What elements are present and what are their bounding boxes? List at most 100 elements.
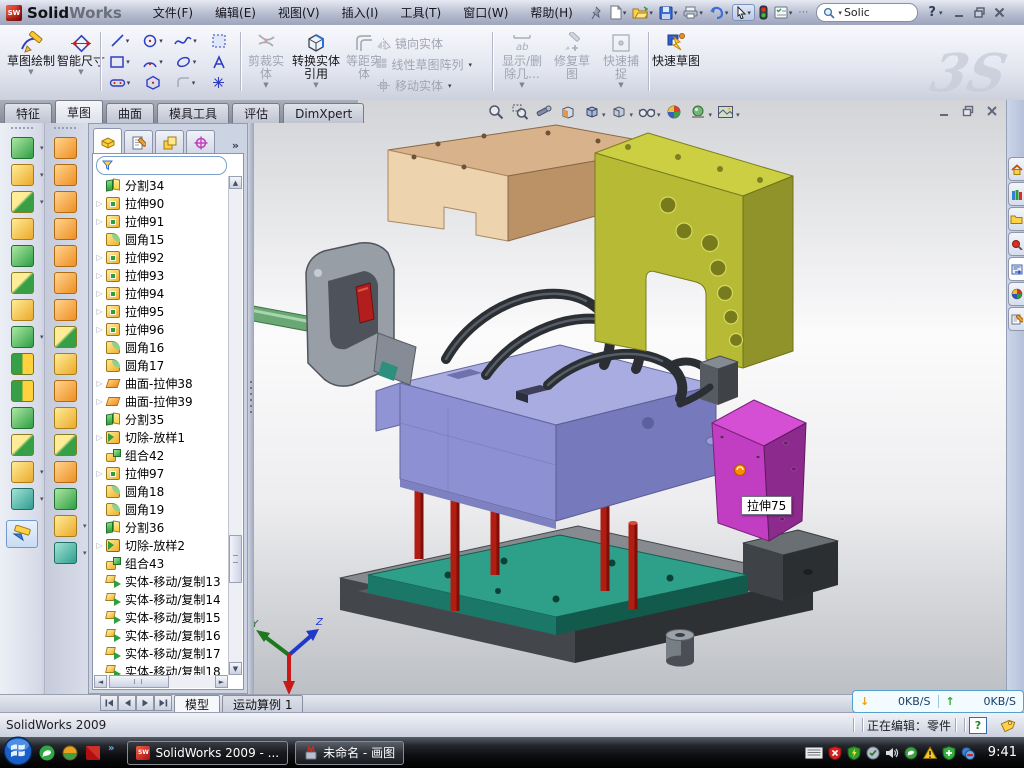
close-button[interactable] <box>994 7 1005 18</box>
tree-item[interactable]: 圆角16 <box>94 338 230 356</box>
expand-arrow-icon[interactable]: ▷ <box>94 289 105 298</box>
linear-pattern-tool-icon[interactable] <box>11 326 34 348</box>
untrim-surface-tool-icon[interactable] <box>54 407 77 429</box>
shield-plus-tray-icon[interactable] <box>942 746 956 760</box>
search-input[interactable]: Solic <box>844 6 870 19</box>
restore-button[interactable] <box>974 7 985 18</box>
scroll-thumb[interactable] <box>229 535 242 583</box>
feature-manager-tree-tab[interactable] <box>93 128 122 154</box>
tree-item[interactable]: 分割35 <box>94 410 230 428</box>
custom-properties-tab[interactable] <box>1008 307 1024 331</box>
messenger-tray-icon[interactable] <box>904 746 918 760</box>
section-view-icon[interactable] <box>556 102 579 122</box>
antivirus-tray-icon[interactable] <box>847 746 861 760</box>
combine-tool-icon[interactable] <box>11 407 34 429</box>
tree-item[interactable]: 组合42 <box>94 446 230 464</box>
appearances-scenes-tab[interactable] <box>1008 282 1024 306</box>
zoom-area-icon[interactable] <box>508 102 531 122</box>
scroll-up-button[interactable]: ▲ <box>229 176 242 189</box>
tree-item[interactable]: 实体-移动/复制17 <box>94 644 230 662</box>
tree-item[interactable]: 实体-移动/复制16 <box>94 626 230 644</box>
tree-item[interactable]: 组合43 <box>94 554 230 572</box>
split-tool-icon[interactable] <box>11 353 34 375</box>
search-dropdown-icon[interactable]: ▾ <box>838 9 842 17</box>
toolbar-overflow-icon[interactable]: ⋯ <box>796 3 810 23</box>
options-checklist-button[interactable]: ▾ <box>772 3 795 23</box>
motion-study-tab[interactable]: 运动算例 1 <box>222 695 303 712</box>
move-copy-body-tool-icon[interactable] <box>11 434 34 456</box>
tree-item[interactable]: 圆角15 <box>94 230 230 248</box>
part-magenta-insert[interactable] <box>712 400 806 541</box>
rotate-view-icon[interactable] <box>532 102 555 122</box>
expand-arrow-icon[interactable]: ▷ <box>94 433 105 442</box>
tree-item[interactable]: 实体-移动/复制14 <box>94 590 230 608</box>
lofted-surface-tool-icon[interactable] <box>54 218 77 240</box>
tab-surfaces[interactable]: 曲面 <box>106 103 154 123</box>
view-orientation-icon[interactable] <box>580 102 603 122</box>
last-tab-button[interactable] <box>154 695 172 711</box>
print-button[interactable]: ▾ <box>681 3 705 23</box>
first-tab-button[interactable] <box>100 695 118 711</box>
volume-tray-icon[interactable] <box>885 746 899 760</box>
menu-window[interactable]: 窗口(W) <box>452 1 519 24</box>
curve-tool-icon[interactable] <box>11 488 34 510</box>
property-manager-tab[interactable] <box>124 130 153 154</box>
line-tool-icon[interactable]: ▾ <box>103 33 136 48</box>
expand-arrow-icon[interactable]: ▷ <box>94 199 105 208</box>
expand-arrow-icon[interactable]: ▷ <box>94 541 105 550</box>
solidworks-quick-icon[interactable] <box>85 745 101 761</box>
pin-icon[interactable] <box>588 3 605 23</box>
planar-surface-tool-icon[interactable] <box>54 299 77 321</box>
menu-help[interactable]: 帮助(H) <box>519 1 583 24</box>
tree-item[interactable]: ▷拉伸92 <box>94 248 230 266</box>
save-button[interactable]: ▾ <box>657 3 680 23</box>
tab-features[interactable]: 特征 <box>4 103 52 123</box>
expand-arrow-icon[interactable]: ▷ <box>94 271 105 280</box>
offset-surface-tool-icon[interactable] <box>54 272 77 294</box>
edit-appearance-icon[interactable] <box>663 102 686 122</box>
trim-surface-tool-icon[interactable] <box>54 380 77 402</box>
tree-item[interactable]: 分割34 <box>94 176 230 194</box>
quick-launch-overflow-icon[interactable]: » <box>108 743 114 754</box>
view-settings-icon[interactable] <box>714 102 737 122</box>
apply-scene-icon[interactable] <box>687 102 710 122</box>
part-core-block[interactable] <box>376 345 718 529</box>
rebuild-traffic-light-icon[interactable] <box>757 3 770 23</box>
rectangle-tool-icon[interactable]: ▾ <box>103 55 136 69</box>
ruled-surface-tool-icon[interactable] <box>54 488 77 510</box>
help-button[interactable]: ? <box>928 5 936 20</box>
solidworks-resources-tab[interactable] <box>1008 157 1024 181</box>
extruded-cut-tool-icon[interactable] <box>11 164 34 186</box>
boundary-surface-tool-icon[interactable] <box>54 245 77 267</box>
point-tool-icon[interactable] <box>202 76 235 89</box>
swept-surface-tool-icon[interactable] <box>54 191 77 213</box>
model-tab[interactable]: 模型 <box>174 695 220 712</box>
dropdown-icon[interactable]: ▾ <box>602 111 606 119</box>
tree-item[interactable]: 实体-移动/复制15 <box>94 608 230 626</box>
undo-button[interactable]: ▾ <box>707 3 731 23</box>
part-gray-clamp[interactable] <box>306 243 416 386</box>
tree-item[interactable]: ▷曲面-拉伸38 <box>94 374 230 392</box>
extend-surface-tool-icon[interactable] <box>54 353 77 375</box>
tree-item[interactable]: 圆角18 <box>94 482 230 500</box>
scroll-thumb[interactable] <box>109 675 169 688</box>
solidworks-search-tab[interactable] <box>1008 232 1024 256</box>
rapid-sketch-button[interactable]: 快速草图 <box>652 30 700 68</box>
tree-item[interactable]: ▷拉伸91 <box>94 212 230 230</box>
tree-item[interactable]: ▷拉伸94 <box>94 284 230 302</box>
graphics-viewport[interactable]: Y Z X ▾ ▾ ▾ ▾ ▾ 拉伸75 <box>254 100 1006 694</box>
tree-item[interactable]: 圆角17 <box>94 356 230 374</box>
expand-arrow-icon[interactable]: ▷ <box>94 397 105 406</box>
tab-mold-tools[interactable]: 模具工具 <box>157 103 229 123</box>
knit-surface-tool-icon[interactable] <box>54 326 77 348</box>
scroll-right-button[interactable]: ► <box>215 675 228 688</box>
minimize-button[interactable] <box>954 7 965 18</box>
tab-dimxpert[interactable]: DimXpert <box>283 103 364 123</box>
sync-blocked-tray-icon[interactable] <box>961 746 975 760</box>
fillet-tool-icon[interactable] <box>11 191 34 213</box>
display-style-icon[interactable] <box>608 102 631 122</box>
scroll-left-button[interactable]: ◄ <box>94 675 107 688</box>
reference-point-tool-icon[interactable] <box>54 515 77 537</box>
view-palette-tab[interactable] <box>1008 257 1024 281</box>
expand-arrow-icon[interactable]: ▷ <box>94 217 105 226</box>
